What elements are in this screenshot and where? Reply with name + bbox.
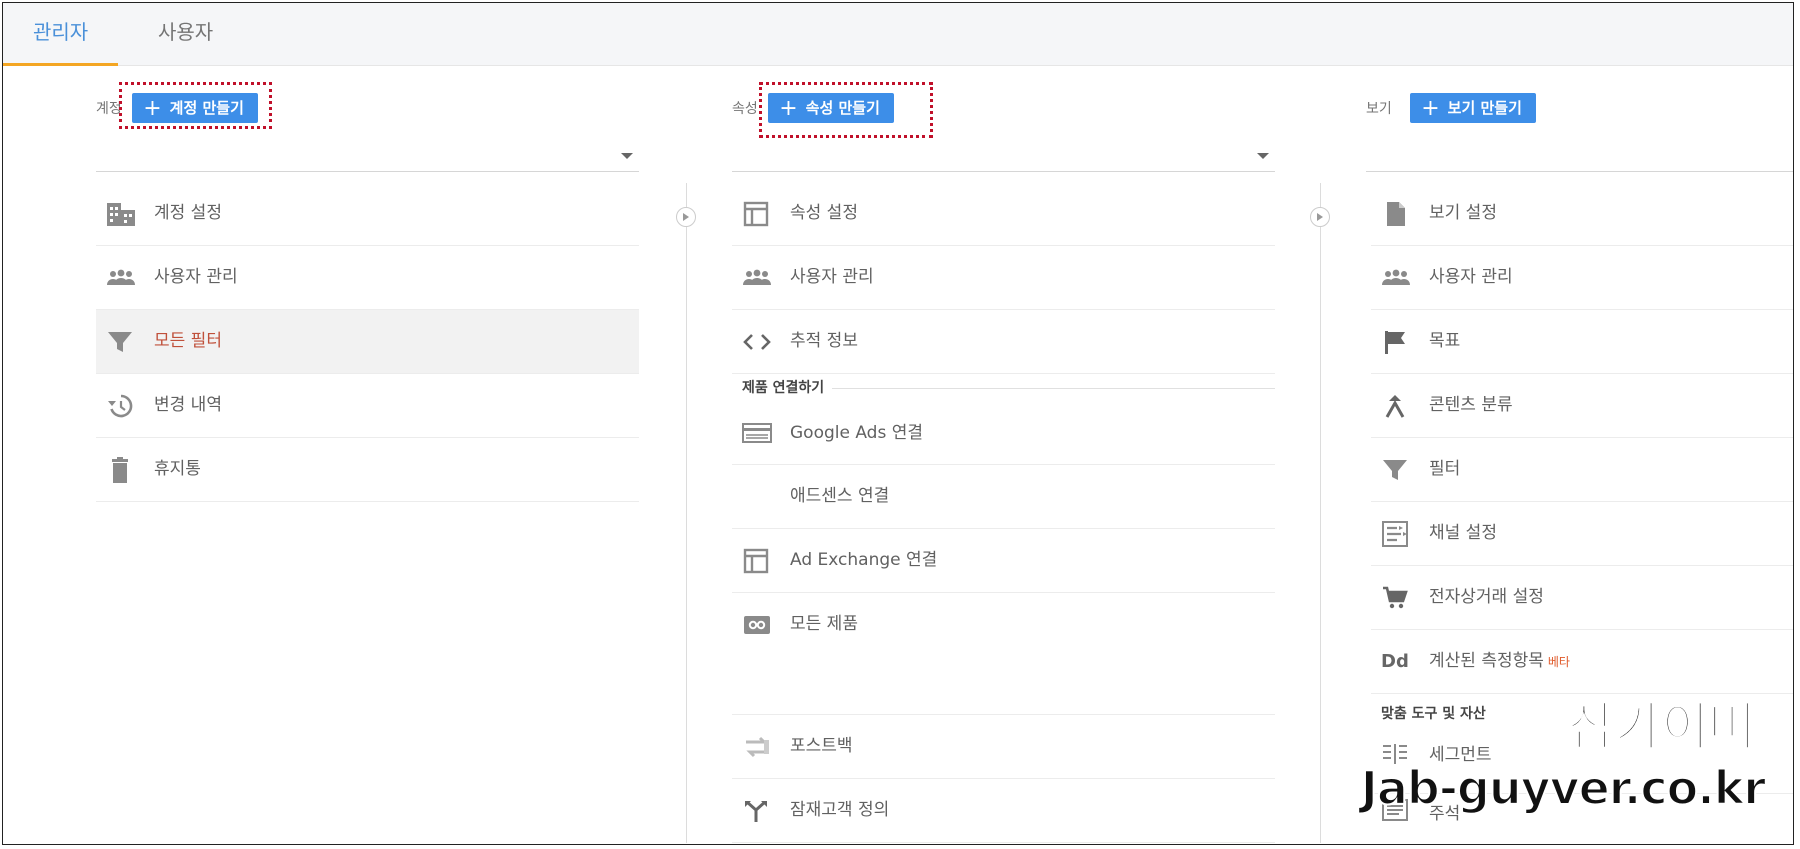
menu-item-property-settings[interactable]: 속성 설정 (732, 182, 1275, 246)
menu-item-label: 보기 설정 (1429, 203, 1497, 223)
filter-icon (106, 329, 134, 355)
account-select[interactable] (96, 145, 639, 172)
dd-icon: Dd (1381, 651, 1409, 672)
create-view-label: 보기 만들기 (1447, 99, 1522, 117)
tab-user[interactable]: 사용자 (128, 3, 243, 65)
menu-item-label: 모든 제품 (790, 614, 858, 634)
ads-card-icon (742, 420, 772, 446)
watermark-title: 잡가이버 (1567, 697, 1757, 759)
menu-item-label: 계산된 측정항목 베타 (1429, 630, 1570, 694)
menu-item-label: 추적 정보 (790, 331, 858, 351)
arrow-right-icon (676, 207, 696, 227)
menu-item-filters[interactable]: 필터 (1371, 438, 1793, 502)
trash-icon (106, 457, 134, 483)
section-title: 제품 연결하기 (742, 380, 825, 396)
menu-item-label: 애드센스 연결 (790, 486, 890, 506)
menu-item-label: Ad Exchange 연결 (790, 550, 938, 570)
menu-item-label: 필터 (1429, 459, 1461, 479)
menu-item-label: 계정 설정 (154, 203, 222, 223)
column-divider (1320, 183, 1321, 843)
menu-item-label: Google Ads 연결 (790, 423, 924, 443)
menu-item-all-filters[interactable]: 모든 필터 (96, 310, 639, 374)
menu-item-label: 사용자 관리 (1429, 267, 1513, 287)
section-spacer (732, 656, 1275, 715)
people-icon (106, 265, 135, 291)
code-icon (742, 329, 771, 355)
menu-item-tracking-info[interactable]: 추적 정보 (732, 310, 1275, 374)
beta-badge: 베타 (1547, 655, 1570, 669)
grouping-icon (1381, 393, 1409, 419)
menu-item-user-management[interactable]: 사용자 관리 (732, 246, 1275, 310)
menu-item-postback[interactable]: 포스트백 (732, 715, 1275, 779)
filter-icon (1381, 457, 1409, 483)
menu-item-label: 속성 설정 (790, 203, 858, 223)
menu-item-label: 콘텐츠 분류 (1429, 395, 1513, 415)
menu-item-user-management[interactable]: 사용자 관리 (96, 246, 639, 310)
menu-item-label: 휴지통 (154, 459, 201, 479)
plus-icon: + (1421, 96, 1440, 121)
menu-item-label: 목표 (1429, 331, 1461, 351)
menu-item-goals[interactable]: 목표 (1371, 310, 1793, 374)
highlight-box (119, 82, 272, 129)
view-label: 보기 (1366, 101, 1392, 117)
menu-item-label: 사용자 관리 (790, 267, 874, 287)
account-label: 계정 (96, 101, 122, 117)
menu-item-change-history[interactable]: 변경 내역 (96, 374, 639, 438)
history-icon (106, 393, 134, 419)
menu-item-google-ads-link[interactable]: Google Ads 연결 (732, 402, 1275, 465)
watermark-url: Jab-guyver.co.kr (1360, 760, 1767, 816)
section-product-linking: 제품 연결하기 (732, 374, 1275, 402)
property-menu: 속성 설정 사용자 관리 추적 정보 제품 연결하기 Google Ads 연결… (732, 182, 1275, 843)
postback-icon (742, 734, 770, 760)
menu-item-label: 사용자 관리 (154, 267, 238, 287)
view-select[interactable] (1366, 145, 1793, 172)
window-icon (742, 548, 770, 574)
create-view-button[interactable]: + 보기 만들기 (1410, 93, 1536, 123)
menu-item-label: 잠재고객 정의 (790, 800, 890, 820)
channel-icon (1381, 521, 1409, 547)
account-menu: 계정 설정 사용자 관리 모든 필터 변경 내역 휴지통 (96, 182, 639, 502)
building-icon (106, 201, 135, 227)
calculated-metrics-label: 계산된 측정항목 (1429, 651, 1544, 671)
menu-item-user-management[interactable]: 사용자 관리 (1371, 246, 1793, 310)
cart-icon (1381, 585, 1409, 611)
link-icon (742, 612, 770, 638)
window-icon (742, 201, 770, 227)
menu-item-label: 채널 설정 (1429, 523, 1497, 543)
menu-item-account-settings[interactable]: 계정 설정 (96, 182, 639, 246)
chevron-down-icon (621, 153, 633, 159)
menu-item-ad-exchange-link[interactable]: Ad Exchange 연결 (732, 529, 1275, 593)
property-select[interactable] (732, 145, 1275, 172)
menu-item-all-products[interactable]: 모든 제품 (732, 593, 1275, 656)
audience-icon (742, 798, 770, 824)
menu-item-label: 모든 필터 (154, 331, 222, 351)
highlight-box (759, 82, 933, 138)
menu-item-audience-definition[interactable]: 잠재고객 정의 (732, 779, 1275, 843)
menu-item-label: 포스트백 (790, 736, 853, 756)
menu-item-adsense-link[interactable]: 애드센스 연결 (732, 465, 1275, 529)
column-divider (686, 183, 687, 843)
section-divider (832, 388, 1275, 389)
chevron-down-icon (1257, 153, 1269, 159)
top-tab-bar: 관리자 사용자 (3, 3, 1793, 66)
menu-item-label: 변경 내역 (154, 395, 222, 415)
menu-item-trash[interactable]: 휴지통 (96, 438, 639, 502)
section-title: 맞춤 도구 및 자산 (1381, 706, 1486, 722)
menu-item-label: 전자상거래 설정 (1429, 587, 1544, 607)
view-header: 보기 + 보기 만들기 (1366, 93, 1536, 123)
tab-admin[interactable]: 관리자 (3, 3, 119, 66)
menu-item-ecommerce-settings[interactable]: 전자상거래 설정 (1371, 566, 1793, 630)
menu-item-channel-settings[interactable]: 채널 설정 (1371, 502, 1793, 566)
menu-item-content-grouping[interactable]: 콘텐츠 분류 (1371, 374, 1793, 438)
people-icon (1381, 265, 1410, 291)
document-icon (1381, 201, 1409, 227)
menu-item-view-settings[interactable]: 보기 설정 (1371, 182, 1793, 246)
arrow-right-icon (1310, 207, 1330, 227)
property-label: 속성 (732, 101, 758, 117)
analytics-admin-window: 관리자 사용자 계정 + 계정 만들기 계정 설정 사용자 관리 모든 필터 변… (2, 2, 1794, 845)
people-icon (742, 265, 771, 291)
flag-icon (1381, 329, 1409, 355)
